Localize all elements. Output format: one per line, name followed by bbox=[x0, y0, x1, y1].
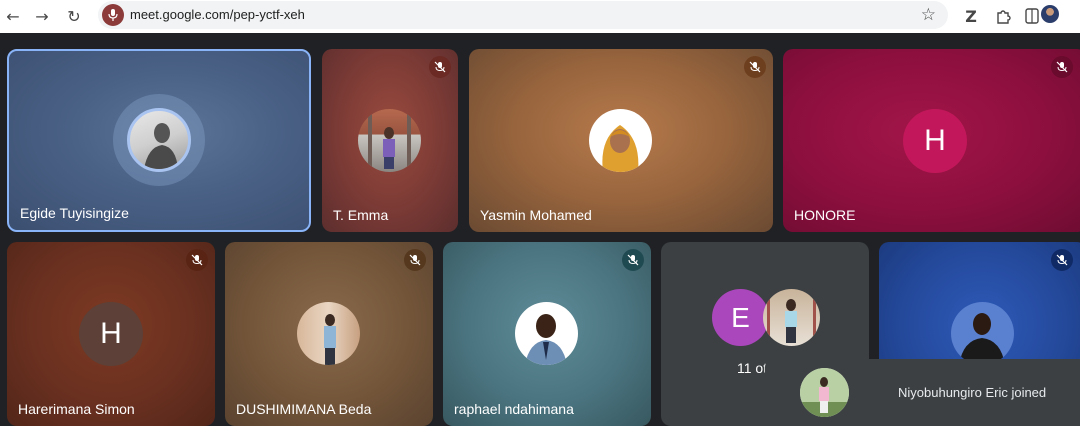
join-message: Niyobuhungiro Eric joined bbox=[898, 385, 1047, 400]
avatar bbox=[358, 109, 421, 172]
avatar bbox=[763, 289, 820, 346]
avatar bbox=[800, 368, 849, 417]
muted-mic-icon bbox=[622, 249, 644, 271]
avatar-initial: H bbox=[79, 302, 143, 366]
participant-name: T. Emma bbox=[333, 207, 389, 223]
muted-mic-icon bbox=[744, 56, 766, 78]
z-extension-icon[interactable]: Z bbox=[959, 4, 983, 28]
participant-tile-egide[interactable]: Egide Tuyisingize bbox=[7, 49, 311, 232]
participant-name: Egide Tuyisingize bbox=[20, 205, 129, 221]
participant-name: HONORE bbox=[794, 207, 856, 223]
avatar bbox=[127, 108, 191, 172]
join-notification: Niyobuhungiro Eric joined bbox=[765, 359, 1080, 426]
forward-arrow-icon[interactable]: → bbox=[29, 4, 55, 28]
participant-tile-t-emma[interactable]: T. Emma bbox=[322, 49, 458, 232]
avatar bbox=[297, 302, 360, 365]
browser-toolbar: ← → ↻ meet.google.com/pep-yctf-xeh ☆ Z bbox=[0, 0, 1080, 33]
participant-name: Yasmin Mohamed bbox=[480, 207, 592, 223]
others-count-label: 11 ot bbox=[737, 360, 768, 376]
participant-name: DUSHIMIMANA Beda bbox=[236, 401, 372, 417]
participant-tile-dushimimana-beda[interactable]: DUSHIMIMANA Beda bbox=[225, 242, 433, 426]
avatar-initial: H bbox=[903, 109, 967, 173]
muted-mic-icon bbox=[186, 249, 208, 271]
puzzle-icon[interactable] bbox=[992, 4, 1016, 28]
reload-icon[interactable]: ↻ bbox=[61, 4, 87, 28]
muted-mic-icon bbox=[429, 56, 451, 78]
participant-name: raphael ndahimana bbox=[454, 401, 574, 417]
muted-mic-icon bbox=[1051, 249, 1073, 271]
participant-tile-raphael-ndahimana[interactable]: raphael ndahimana bbox=[443, 242, 651, 426]
profile-avatar[interactable] bbox=[1041, 5, 1059, 23]
participant-tile-harerimana-simon[interactable]: H Harerimana Simon bbox=[7, 242, 215, 426]
participant-name: Harerimana Simon bbox=[18, 401, 135, 417]
url-text[interactable]: meet.google.com/pep-yctf-xeh bbox=[130, 7, 305, 22]
avatar-initial: E bbox=[712, 289, 769, 346]
address-bar[interactable]: meet.google.com/pep-yctf-xeh ☆ bbox=[98, 1, 948, 29]
participant-tile-honore[interactable]: H HONORE bbox=[783, 49, 1080, 232]
avatar bbox=[951, 302, 1014, 365]
avatar bbox=[589, 109, 652, 172]
back-arrow-icon[interactable]: ← bbox=[0, 4, 26, 28]
muted-mic-icon bbox=[1051, 56, 1073, 78]
muted-mic-icon bbox=[404, 249, 426, 271]
star-icon[interactable]: ☆ bbox=[921, 5, 936, 25]
participant-tile-yasmin-mohamed[interactable]: Yasmin Mohamed bbox=[469, 49, 773, 232]
microphone-site-icon[interactable] bbox=[102, 4, 124, 26]
avatar bbox=[515, 302, 578, 365]
